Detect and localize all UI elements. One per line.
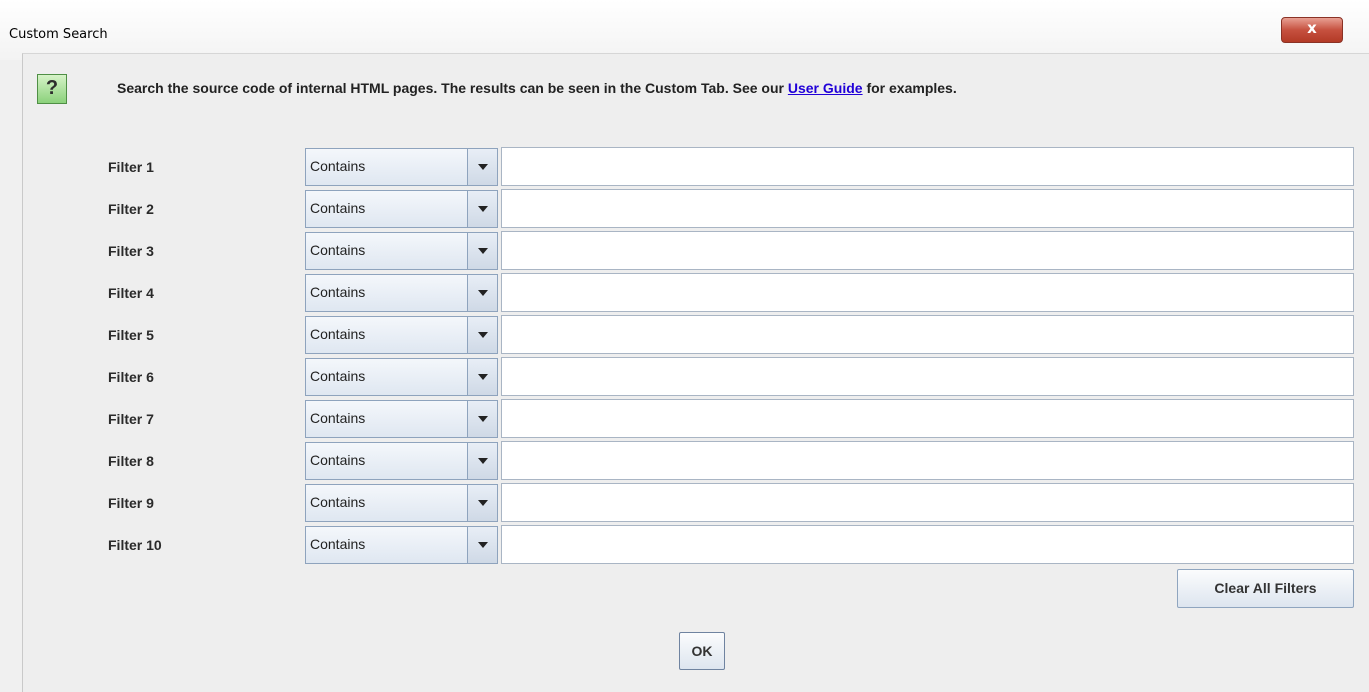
filter-operator-value: Contains [310,200,366,216]
dropdown-arrow-icon[interactable] [467,359,497,395]
filter-operator-select[interactable]: Contains [305,358,498,396]
dropdown-arrow-icon[interactable] [467,191,497,227]
filter-value-input[interactable] [501,147,1354,186]
filter-operator-value: Contains [310,326,366,342]
dropdown-arrow-icon[interactable] [467,149,497,185]
filter-label: Filter 10 [108,537,162,553]
user-guide-link[interactable]: User Guide [788,80,863,96]
dropdown-arrow-icon[interactable] [467,485,497,521]
filter-value-input[interactable] [501,231,1354,270]
filter-operator-select[interactable]: Contains [305,316,498,354]
filter-label: Filter 3 [108,243,154,259]
filter-value-input[interactable] [501,483,1354,522]
filter-value-input[interactable] [501,357,1354,396]
filter-label: Filter 8 [108,453,154,469]
filter-value-input[interactable] [501,525,1354,564]
dropdown-arrow-icon[interactable] [467,233,497,269]
filter-label: Filter 1 [108,159,154,175]
dropdown-arrow-icon[interactable] [467,317,497,353]
dropdown-arrow-icon[interactable] [467,401,497,437]
filter-operator-select[interactable]: Contains [305,274,498,312]
window-title: Custom Search [9,27,108,42]
dropdown-arrow-icon[interactable] [467,275,497,311]
filter-label: Filter 9 [108,495,154,511]
filter-operator-value: Contains [310,452,366,468]
description-text: Search the source code of internal HTML … [117,80,957,96]
filter-label: Filter 5 [108,327,154,343]
title-bar: Custom Search x [0,0,1369,60]
filter-operator-value: Contains [310,368,366,384]
filter-operator-value: Contains [310,494,366,510]
filter-operator-select[interactable]: Contains [305,526,498,564]
filter-operator-value: Contains [310,284,366,300]
dropdown-arrow-icon[interactable] [467,443,497,479]
filter-operator-value: Contains [310,410,366,426]
filter-operator-select[interactable]: Contains [305,484,498,522]
filter-label: Filter 7 [108,411,154,427]
ok-button[interactable]: OK [679,632,725,670]
filter-operator-select[interactable]: Contains [305,400,498,438]
filter-value-input[interactable] [501,441,1354,480]
filter-label: Filter 2 [108,201,154,217]
filter-value-input[interactable] [501,189,1354,228]
filter-value-input[interactable] [501,315,1354,354]
dropdown-arrow-icon[interactable] [467,527,497,563]
filter-operator-select[interactable]: Contains [305,190,498,228]
filter-operator-select[interactable]: Contains [305,232,498,270]
filter-operator-value: Contains [310,242,366,258]
help-icon: ? [37,74,67,104]
filter-operator-select[interactable]: Contains [305,148,498,186]
filter-operator-value: Contains [310,158,366,174]
filter-value-input[interactable] [501,399,1354,438]
filter-label: Filter 6 [108,369,154,385]
description-text-end: for examples. [862,80,957,96]
close-button[interactable]: x [1281,17,1343,43]
filter-value-input[interactable] [501,273,1354,312]
filter-operator-value: Contains [310,536,366,552]
clear-all-filters-button[interactable]: Clear All Filters [1177,569,1354,608]
description-text-start: Search the source code of internal HTML … [117,80,788,96]
filter-label: Filter 4 [108,285,154,301]
filter-operator-select[interactable]: Contains [305,442,498,480]
